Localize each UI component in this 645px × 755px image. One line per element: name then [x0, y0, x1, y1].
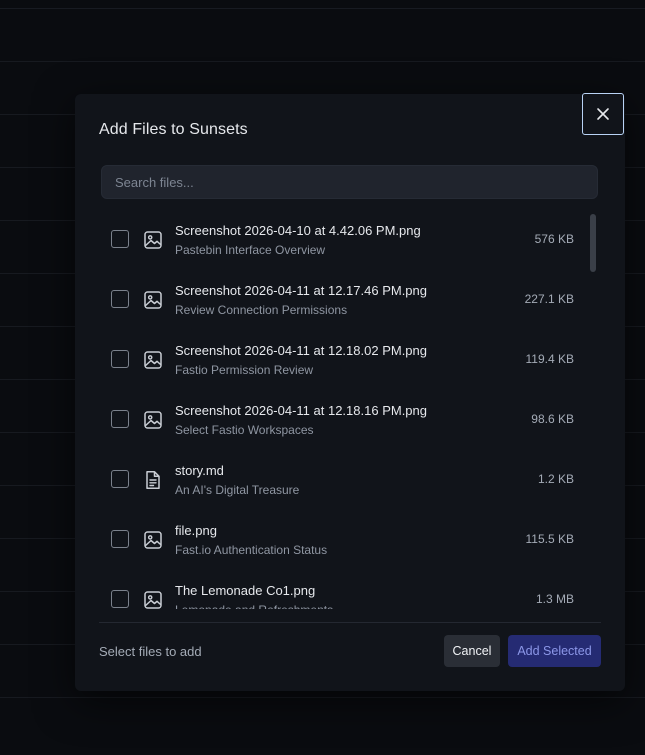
file-row[interactable]: Screenshot 2026-04-11 at 12.17.46 PM.png…: [99, 271, 599, 331]
file-size: 576 KB: [534, 232, 574, 246]
file-name: file.png: [175, 523, 217, 538]
dialog-title: Add Files to Sunsets: [99, 121, 248, 138]
image-icon: [142, 289, 164, 311]
scrollbar-thumb[interactable]: [590, 214, 596, 272]
image-icon: [142, 229, 164, 251]
file-checkbox[interactable]: [111, 530, 129, 548]
scrollbar[interactable]: [590, 212, 598, 608]
file-checkbox[interactable]: [111, 470, 129, 488]
file-name: Screenshot 2026-04-11 at 12.18.16 PM.png: [175, 403, 427, 418]
document-icon: [142, 469, 164, 491]
file-list[interactable]: Screenshot 2026-04-10 at 4.42.06 PM.png P…: [99, 211, 599, 609]
file-name: Screenshot 2026-04-11 at 12.17.46 PM.png: [175, 283, 427, 298]
file-size: 1.2 KB: [537, 472, 574, 486]
file-row[interactable]: Screenshot 2026-04-11 at 12.18.02 PM.png…: [99, 331, 599, 391]
file-description: Lemonade and Refreshments: [175, 603, 333, 609]
search-input[interactable]: [101, 165, 598, 199]
add-selected-button[interactable]: Add Selected: [508, 635, 601, 667]
file-checkbox[interactable]: [111, 590, 129, 608]
footer-divider: [99, 622, 601, 623]
file-checkbox[interactable]: [111, 230, 129, 248]
background-divider: [0, 8, 645, 9]
close-button[interactable]: [582, 93, 624, 135]
file-size: 115.5 KB: [525, 532, 574, 546]
image-icon: [142, 529, 164, 551]
file-row[interactable]: file.png Fast.io Authentication Status 115…: [99, 511, 599, 571]
file-name: Screenshot 2026-04-10 at 4.42.06 PM.png: [175, 223, 421, 238]
cancel-button[interactable]: Cancel: [444, 635, 500, 667]
file-description: Pastebin Interface Overview: [175, 243, 326, 257]
footer-hint: Select files to add: [99, 644, 202, 659]
close-icon: [597, 108, 609, 120]
add-files-dialog: Add Files to Sunsets Screenshot 2026-04-…: [75, 93, 625, 691]
file-description: Fastio Permission Review: [175, 363, 314, 377]
file-checkbox[interactable]: [111, 350, 129, 368]
image-icon: [142, 409, 164, 431]
file-checkbox[interactable]: [111, 410, 129, 428]
file-row[interactable]: story.md An AI's Digital Treasure 1.2 KB: [99, 451, 599, 511]
file-description: An AI's Digital Treasure: [175, 483, 300, 497]
image-icon: [142, 349, 164, 371]
file-description: Select Fastio Workspaces: [175, 423, 314, 437]
file-row[interactable]: The Lemonade Co1.png Lemonade and Refresh…: [99, 571, 599, 609]
file-description: Fast.io Authentication Status: [175, 543, 328, 557]
file-checkbox[interactable]: [111, 290, 129, 308]
file-name: story.md: [175, 463, 224, 478]
file-description: Review Connection Permissions: [175, 303, 348, 317]
file-size: 119.4 KB: [525, 352, 574, 366]
file-size: 1.3 MB: [535, 592, 574, 606]
file-size: 98.6 KB: [531, 412, 574, 426]
file-size: 227.1 KB: [524, 292, 574, 306]
file-row[interactable]: Screenshot 2026-04-10 at 4.42.06 PM.png P…: [99, 211, 599, 271]
file-name: The Lemonade Co1.png: [175, 583, 316, 598]
image-icon: [142, 589, 164, 609]
file-name: Screenshot 2026-04-11 at 12.18.02 PM.png: [175, 343, 427, 358]
file-row[interactable]: Screenshot 2026-04-11 at 12.18.16 PM.png…: [99, 391, 599, 451]
